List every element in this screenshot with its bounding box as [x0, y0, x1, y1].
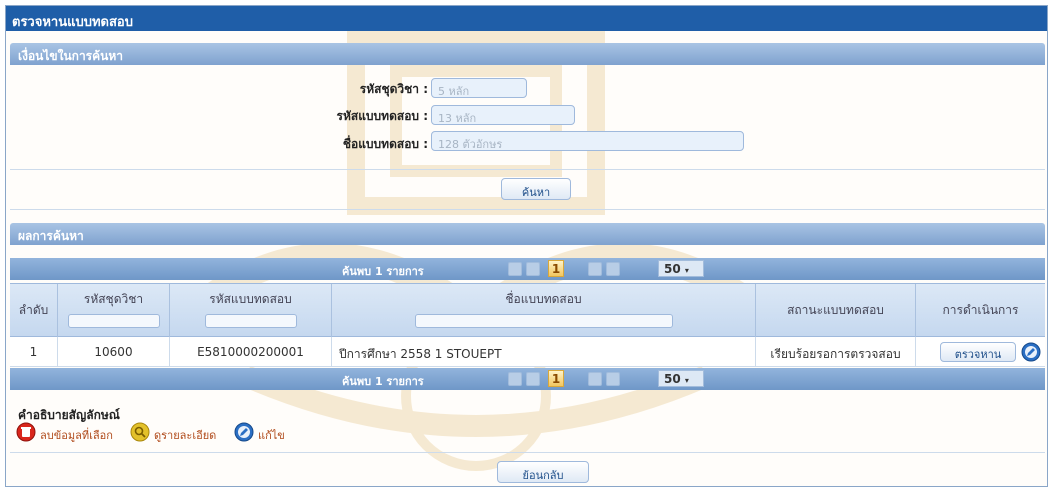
col-header-label: ลำดับ [18, 303, 49, 317]
main-frame: ตรวจหานแบบทดสอบ เงื่อนไขในการค้นหา รหัสช… [5, 5, 1048, 487]
test-code-filter-input[interactable] [204, 314, 297, 328]
cell-course-code: 10600 [58, 337, 170, 367]
test-code-label: รหัสแบบทดสอบ : [336, 109, 428, 123]
test-name-label: ชื่อแบบทดสอบ : [342, 137, 428, 151]
current-page[interactable]: 1 [548, 260, 564, 277]
first-page-button[interactable] [508, 262, 522, 276]
cell-status: เรียบร้อยรอการตรวจสอบ [756, 337, 916, 367]
first-page-button[interactable] [508, 372, 522, 386]
page-size-select[interactable]: 50 ▾ [658, 260, 704, 277]
chevron-down-icon: ▾ [684, 376, 689, 385]
search-section-header: เงื่อนไขในการค้นหา [10, 43, 1045, 65]
table-row[interactable]: 1 10600 E5810000200001 ปีการศึกษา 2558 1… [10, 337, 1045, 367]
divider [10, 209, 1045, 210]
page-size-value: 50 [664, 372, 681, 386]
legend-view-label: ดูรายละเอียด [154, 429, 217, 442]
page-size-value: 50 [664, 262, 681, 276]
course-code-label: รหัสชุดวิชา : [359, 82, 428, 96]
next-page-button[interactable] [588, 372, 602, 386]
chevron-down-icon: ▾ [684, 266, 689, 275]
current-page[interactable]: 1 [548, 370, 564, 387]
inspect-button[interactable]: ตรวจหาน [940, 342, 1016, 362]
col-header-test-code: รหัสแบบทดสอบ [170, 284, 332, 338]
page-title: ตรวจหานแบบทดสอบ [6, 6, 1047, 31]
col-header-label: ชื่อแบบทดสอบ [505, 292, 582, 306]
delete-icon [16, 422, 36, 442]
cell-test-name: ปีการศึกษา 2558 1 STOUEPT [332, 337, 756, 367]
pager-top: ค้นพบ 1 รายการ 1 50 ▾ [10, 258, 1045, 280]
col-header-status: สถานะแบบทดสอบ [756, 284, 916, 338]
cell-test-code: E5810000200001 [170, 337, 332, 367]
results-count: ค้นพบ 1 รายการ [342, 375, 424, 388]
last-page-button[interactable] [606, 262, 620, 276]
test-name-input[interactable]: 128 ตัวอักษร [431, 131, 744, 151]
col-header-no: ลำดับ [10, 284, 58, 338]
cell-actions: ตรวจหาน [916, 337, 1045, 367]
edit-icon[interactable] [1021, 342, 1041, 362]
cell-no: 1 [10, 337, 58, 367]
results-table-header: ลำดับ รหัสชุดวิชา รหัสแบบทดสอบ ชื่อแบบทด… [10, 283, 1045, 338]
col-header-actions: การดำเนินการ [916, 284, 1045, 338]
last-page-button[interactable] [606, 372, 620, 386]
col-header-course-code: รหัสชุดวิชา [58, 284, 170, 338]
course-code-input[interactable]: 5 หลัก [431, 78, 527, 98]
course-code-filter-input[interactable] [67, 314, 160, 328]
results-count: ค้นพบ 1 รายการ [342, 265, 424, 278]
divider [10, 452, 1045, 453]
test-name-filter-input[interactable] [414, 314, 673, 328]
legend-delete-label: ลบข้อมูลที่เลือก [40, 429, 113, 442]
col-header-label: รหัสแบบทดสอบ [209, 292, 292, 306]
col-header-label: สถานะแบบทดสอบ [787, 303, 884, 317]
search-button[interactable]: ค้นหา [501, 178, 571, 200]
edit-icon [234, 422, 254, 442]
test-code-input[interactable]: 13 หลัก [431, 105, 575, 125]
results-section-header: ผลการค้นหา [10, 223, 1045, 245]
legend-edit-label: แก้ไข [258, 429, 285, 442]
next-page-button[interactable] [588, 262, 602, 276]
prev-page-button[interactable] [526, 262, 540, 276]
back-button[interactable]: ย้อนกลับ [497, 461, 589, 483]
prev-page-button[interactable] [526, 372, 540, 386]
view-details-icon [130, 422, 150, 442]
col-header-test-name: ชื่อแบบทดสอบ [332, 284, 756, 338]
divider [10, 169, 1045, 170]
col-header-label: การดำเนินการ [942, 303, 1019, 317]
page-size-select[interactable]: 50 ▾ [658, 370, 704, 387]
pager-bottom: ค้นพบ 1 รายการ 1 50 ▾ [10, 368, 1045, 390]
col-header-label: รหัสชุดวิชา [83, 292, 144, 306]
